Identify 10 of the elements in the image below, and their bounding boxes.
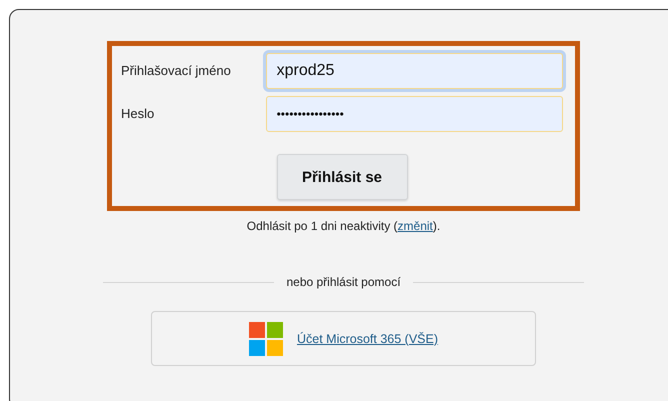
logout-note: Odhlásit po 1 dni neaktivity (změnit). [246,219,440,233]
login-button[interactable]: Přihlásit se [276,154,408,200]
microsoft-login-button[interactable]: Účet Microsoft 365 (VŠE) [151,311,536,366]
username-label: Přihlašovací jméno [121,63,232,78]
change-link[interactable]: změnit [398,219,433,233]
windows-logo-icon [248,322,283,356]
password-field[interactable]: •••••••••••••••• [266,96,563,132]
divider-label: nebo přihlásit pomocí [286,275,401,289]
username-field[interactable]: xprod25 [266,52,563,88]
password-label: Heslo [121,106,156,121]
